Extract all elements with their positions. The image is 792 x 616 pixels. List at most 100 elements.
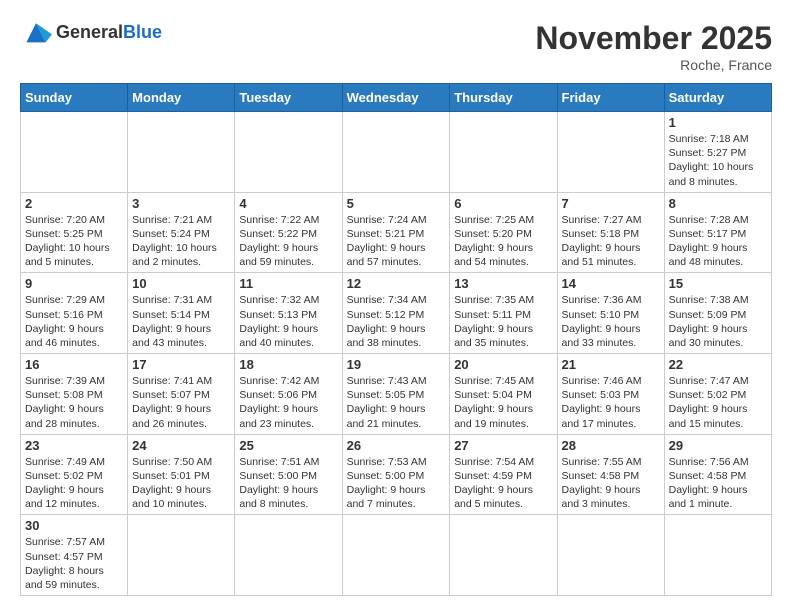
calendar-cell: 8 Sunrise: 7:28 AM Sunset: 5:17 PM Daylig… (664, 192, 771, 273)
day-number: 24 (132, 438, 230, 453)
day-info: Sunrise: 7:20 AM Sunset: 5:25 PM Dayligh… (25, 213, 123, 270)
calendar-cell: 1Sunrise: 7:18 AM Sunset: 5:27 PM Daylig… (664, 112, 771, 193)
calendar-cell: 3 Sunrise: 7:21 AM Sunset: 5:24 PM Daylig… (128, 192, 235, 273)
calendar-cell (128, 112, 235, 193)
day-info: Sunrise: 7:42 AM Sunset: 5:06 PM Dayligh… (239, 374, 337, 431)
day-number: 14 (562, 276, 660, 291)
calendar-cell: 17 Sunrise: 7:41 AM Sunset: 5:07 PM Dayli… (128, 354, 235, 435)
day-number: 20 (454, 357, 552, 372)
day-number: 19 (347, 357, 446, 372)
calendar-cell: 10Sunrise: 7:31 AM Sunset: 5:14 PM Dayli… (128, 273, 235, 354)
logo-icon (20, 20, 52, 44)
day-number: 1 (669, 115, 767, 130)
day-info: Sunrise: 7:47 AM Sunset: 5:02 PM Dayligh… (669, 374, 767, 431)
calendar-cell (450, 112, 557, 193)
calendar-cell: 21Sunrise: 7:46 AM Sunset: 5:03 PM Dayli… (557, 354, 664, 435)
calendar-cell (450, 515, 557, 596)
calendar-header-row: SundayMondayTuesdayWednesdayThursdayFrid… (21, 84, 772, 112)
calendar-cell: 12 Sunrise: 7:34 AM Sunset: 5:12 PM Dayli… (342, 273, 450, 354)
day-number: 15 (669, 276, 767, 291)
day-number: 8 (669, 196, 767, 211)
day-info: Sunrise: 7:28 AM Sunset: 5:17 PM Dayligh… (669, 213, 767, 270)
day-number: 4 (239, 196, 337, 211)
calendar-cell: 7 Sunrise: 7:27 AM Sunset: 5:18 PM Daylig… (557, 192, 664, 273)
day-info: Sunrise: 7:24 AM Sunset: 5:21 PM Dayligh… (347, 213, 446, 270)
day-number: 23 (25, 438, 123, 453)
calendar-cell: 20 Sunrise: 7:45 AM Sunset: 5:04 PM Dayli… (450, 354, 557, 435)
day-number: 29 (669, 438, 767, 453)
day-number: 16 (25, 357, 123, 372)
day-number: 7 (562, 196, 660, 211)
day-header-tuesday: Tuesday (235, 84, 342, 112)
calendar-cell: 9 Sunrise: 7:29 AM Sunset: 5:16 PM Daylig… (21, 273, 128, 354)
day-info: Sunrise: 7:50 AM Sunset: 5:01 PM Dayligh… (132, 455, 230, 512)
day-number: 18 (239, 357, 337, 372)
day-info: Sunrise: 7:55 AM Sunset: 4:58 PM Dayligh… (562, 455, 660, 512)
calendar-cell: 18 Sunrise: 7:42 AM Sunset: 5:06 PM Dayli… (235, 354, 342, 435)
day-header-saturday: Saturday (664, 84, 771, 112)
day-number: 22 (669, 357, 767, 372)
week-row-1: 1Sunrise: 7:18 AM Sunset: 5:27 PM Daylig… (21, 112, 772, 193)
calendar-cell: 24 Sunrise: 7:50 AM Sunset: 5:01 PM Dayli… (128, 434, 235, 515)
day-number: 6 (454, 196, 552, 211)
day-info: Sunrise: 7:41 AM Sunset: 5:07 PM Dayligh… (132, 374, 230, 431)
day-info: Sunrise: 7:25 AM Sunset: 5:20 PM Dayligh… (454, 213, 552, 270)
day-info: Sunrise: 7:57 AM Sunset: 4:57 PM Dayligh… (25, 535, 123, 592)
day-number: 30 (25, 518, 123, 533)
calendar-table: SundayMondayTuesdayWednesdayThursdayFrid… (20, 83, 772, 596)
day-info: Sunrise: 7:34 AM Sunset: 5:12 PM Dayligh… (347, 293, 446, 350)
day-info: Sunrise: 7:56 AM Sunset: 4:58 PM Dayligh… (669, 455, 767, 512)
calendar-cell: 27 Sunrise: 7:54 AM Sunset: 4:59 PM Dayli… (450, 434, 557, 515)
day-number: 5 (347, 196, 446, 211)
calendar-cell: 28 Sunrise: 7:55 AM Sunset: 4:58 PM Dayli… (557, 434, 664, 515)
location-subtitle: Roche, France (535, 57, 772, 73)
calendar-cell (664, 515, 771, 596)
day-number: 12 (347, 276, 446, 291)
day-number: 26 (347, 438, 446, 453)
day-number: 13 (454, 276, 552, 291)
calendar-cell (21, 112, 128, 193)
calendar-cell (128, 515, 235, 596)
day-number: 10 (132, 276, 230, 291)
week-row-5: 23 Sunrise: 7:49 AM Sunset: 5:02 PM Dayli… (21, 434, 772, 515)
calendar-cell (235, 112, 342, 193)
calendar-cell: 14 Sunrise: 7:36 AM Sunset: 5:10 PM Dayli… (557, 273, 664, 354)
day-info: Sunrise: 7:54 AM Sunset: 4:59 PM Dayligh… (454, 455, 552, 512)
week-row-4: 16 Sunrise: 7:39 AM Sunset: 5:08 PM Dayli… (21, 354, 772, 435)
day-info: Sunrise: 7:29 AM Sunset: 5:16 PM Dayligh… (25, 293, 123, 350)
logo: GeneralBlue (20, 20, 162, 44)
day-info: Sunrise: 7:53 AM Sunset: 5:00 PM Dayligh… (347, 455, 446, 512)
day-info: Sunrise: 7:39 AM Sunset: 5:08 PM Dayligh… (25, 374, 123, 431)
day-info: Sunrise: 7:36 AM Sunset: 5:10 PM Dayligh… (562, 293, 660, 350)
calendar-cell: 16 Sunrise: 7:39 AM Sunset: 5:08 PM Dayli… (21, 354, 128, 435)
day-info: Sunrise: 7:49 AM Sunset: 5:02 PM Dayligh… (25, 455, 123, 512)
calendar-cell: 30 Sunrise: 7:57 AM Sunset: 4:57 PM Dayli… (21, 515, 128, 596)
calendar-cell: 15Sunrise: 7:38 AM Sunset: 5:09 PM Dayli… (664, 273, 771, 354)
day-number: 2 (25, 196, 123, 211)
calendar-cell (342, 515, 450, 596)
day-number: 25 (239, 438, 337, 453)
day-number: 11 (239, 276, 337, 291)
day-info: Sunrise: 7:35 AM Sunset: 5:11 PM Dayligh… (454, 293, 552, 350)
day-info: Sunrise: 7:27 AM Sunset: 5:18 PM Dayligh… (562, 213, 660, 270)
day-header-thursday: Thursday (450, 84, 557, 112)
month-year-title: November 2025 (535, 20, 772, 57)
day-number: 28 (562, 438, 660, 453)
day-number: 3 (132, 196, 230, 211)
calendar-cell: 11Sunrise: 7:32 AM Sunset: 5:13 PM Dayli… (235, 273, 342, 354)
day-info: Sunrise: 7:51 AM Sunset: 5:00 PM Dayligh… (239, 455, 337, 512)
calendar-cell (235, 515, 342, 596)
day-number: 27 (454, 438, 552, 453)
day-number: 17 (132, 357, 230, 372)
day-info: Sunrise: 7:22 AM Sunset: 5:22 PM Dayligh… (239, 213, 337, 270)
calendar-cell: 22 Sunrise: 7:47 AM Sunset: 5:02 PM Dayli… (664, 354, 771, 435)
calendar-cell (557, 112, 664, 193)
calendar-cell: 13 Sunrise: 7:35 AM Sunset: 5:11 PM Dayli… (450, 273, 557, 354)
title-block: November 2025 Roche, France (535, 20, 772, 73)
day-info: Sunrise: 7:45 AM Sunset: 5:04 PM Dayligh… (454, 374, 552, 431)
day-info: Sunrise: 7:21 AM Sunset: 5:24 PM Dayligh… (132, 213, 230, 270)
calendar-cell: 25 Sunrise: 7:51 AM Sunset: 5:00 PM Dayli… (235, 434, 342, 515)
day-number: 9 (25, 276, 123, 291)
calendar-cell: 5 Sunrise: 7:24 AM Sunset: 5:21 PM Daylig… (342, 192, 450, 273)
day-header-wednesday: Wednesday (342, 84, 450, 112)
